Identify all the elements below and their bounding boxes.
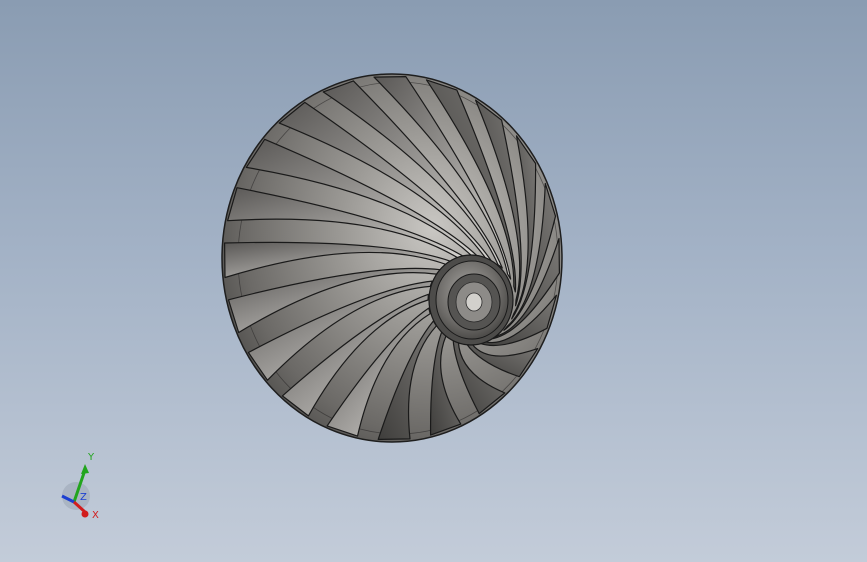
x-axis-label: X (92, 510, 99, 521)
impeller-model[interactable] (0, 0, 867, 562)
impeller-hub (428, 254, 514, 346)
axis-triad: Y Z X (61, 452, 99, 521)
z-axis-label: Z (80, 492, 87, 503)
y-axis-label: Y (87, 452, 95, 463)
y-axis-head-icon (81, 464, 89, 474)
graphics-viewport[interactable]: Y Z X (0, 0, 867, 562)
x-axis-head-icon (81, 510, 89, 518)
bore-hole (465, 292, 483, 312)
